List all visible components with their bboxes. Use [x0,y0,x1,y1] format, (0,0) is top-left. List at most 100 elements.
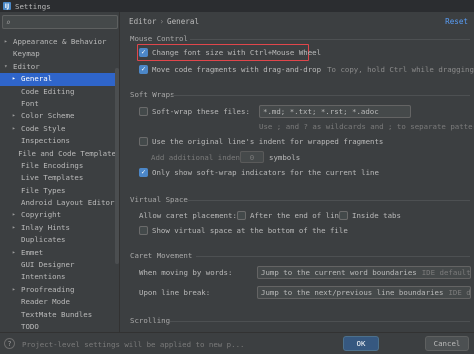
sidebar-item-textmate-bundles[interactable]: TextMate Bundles [0,309,116,321]
sidebar-item-label: Reader Mode [21,297,70,307]
sidebar-item-intentions[interactable]: Intentions [0,271,116,283]
chevron-right-icon[interactable]: ▸ [4,36,13,48]
sidebar-item-todo[interactable]: TODO [0,321,116,332]
after-end-option[interactable]: After the end of line [237,210,343,221]
sidebar-item-code-style[interactable]: ▸ Code Style [0,123,116,135]
show-virtual-space-checkbox[interactable] [139,226,148,235]
chevron-right-icon[interactable]: ▸ [12,123,21,135]
section-divider [172,95,470,96]
sidebar-item-label: Keymap [13,49,40,59]
section-scrolling: Scrolling [130,316,171,325]
sidebar-item-live-templates[interactable]: Live Templates [0,172,116,184]
move-fragments-option[interactable]: ✓ Move code fragments with drag-and-drop… [139,64,474,75]
sidebar-item-duplicates[interactable]: Duplicates [0,234,116,246]
sidebar-item-code-editing[interactable]: Code Editing [0,86,116,98]
sidebar-item-file-types[interactable]: File Types [0,185,116,197]
inside-tabs-checkbox[interactable] [339,211,348,220]
sidebar-item-gui-designer[interactable]: GUI Designer [0,259,116,271]
settings-sidebar: ⌕ ▸ Appearance & Behavior Keymap ▾ Editor ▸ Ge… [0,12,120,332]
change-font-size-checkbox[interactable]: ✓ [139,48,148,57]
settings-content: Editor › General Reset Mouse Control ✓ Cha… [121,12,474,332]
sidebar-item-label: File Types [21,185,66,195]
sidebar-item-font[interactable]: Font [0,98,116,110]
section-divider [170,321,470,322]
breadcrumb-current: General [167,17,200,26]
breadcrumb-separator-icon: › [159,17,165,26]
sidebar-item-label: File Encodings [21,160,84,170]
show-indicators-checkbox[interactable]: ✓ [139,168,148,177]
caret-placement-row: Allow caret placement: [139,210,237,221]
chevron-down-icon[interactable]: ▾ [4,61,13,73]
search-icon: ⌕ [6,17,11,27]
sidebar-item-inlay-hints[interactable]: ▸ Inlay Hints [0,222,116,234]
section-divider [190,39,470,40]
reset-link[interactable]: Reset [445,17,468,26]
sidebar-item-appearance-behavior[interactable]: ▸ Appearance & Behavior [0,36,116,48]
additional-indent-label: Add additional indent: [151,153,249,162]
moving-by-words-dropdown[interactable]: Jump to the current word boundaries IDE … [257,266,471,279]
change-font-size-option[interactable]: ✓ Change font size with Ctrl+Mouse Wheel [139,47,321,58]
chevron-right-icon[interactable]: ▸ [12,73,21,85]
additional-indent-unit: symbols [269,153,301,162]
sidebar-item-inspections[interactable]: Inspections [0,135,116,147]
sidebar-item-label: Font [21,98,39,108]
original-indent-checkbox[interactable] [139,137,148,146]
settings-tree: ▸ Appearance & Behavior Keymap ▾ Editor ▸ Gene… [0,36,116,332]
after-end-checkbox[interactable] [237,211,246,220]
additional-indent-spinner[interactable]: 0 [240,151,264,163]
sidebar-item-color-scheme[interactable]: ▸ Color Scheme [0,110,116,122]
sidebar-item-label: Code Editing [21,86,75,96]
show-indicators-option[interactable]: ✓ Only show soft-wrap indicators for the… [139,167,379,178]
sidebar-item-copyright[interactable]: ▸ Copyright [0,209,116,221]
sidebar-item-reader-mode[interactable]: Reader Mode [0,296,116,308]
sidebar-item-label: Copyright [21,210,62,220]
sidebar-scrollbar[interactable] [115,68,119,264]
change-font-size-label: Change font size with Ctrl+Mouse Wheel [152,48,322,57]
show-virtual-space-option[interactable]: Show virtual space at the bottom of the … [139,225,348,236]
project-settings-note: Project-level settings will be applied t… [22,340,245,349]
sidebar-item-editor[interactable]: ▾ Editor [0,61,116,73]
chevron-right-icon[interactable]: ▸ [12,247,21,259]
sidebar-item-android-layout-editor[interactable]: Android Layout Editor [0,197,116,209]
line-break-default: IDE default [448,288,471,297]
sidebar-item-label: Android Layout Editor [21,198,115,208]
ok-button[interactable]: OK [343,336,379,351]
show-indicators-label: Only show soft-wrap indicators for the c… [152,168,379,177]
line-break-dropdown[interactable]: Jump to the next/previous line boundarie… [257,286,471,299]
sidebar-item-file-and-code-template[interactable]: File and Code Template [0,148,116,160]
settings-search-input[interactable]: ⌕ [2,15,118,29]
cancel-button[interactable]: Cancel [425,336,469,351]
original-indent-label: Use the original line's indent for wrapp… [152,137,384,146]
sidebar-item-emmet[interactable]: ▸ Emmet [0,247,116,259]
sidebar-item-file-encodings[interactable]: File Encodings [0,160,116,172]
sidebar-item-label: Editor [13,61,40,71]
section-divider [188,200,470,201]
sidebar-item-label: Color Scheme [21,111,75,121]
soft-wrap-patterns-input[interactable]: *.md; *.txt; *.rst; *.adoc [259,105,411,118]
sidebar-item-keymap[interactable]: Keymap [0,48,116,60]
section-caret-movement: Caret Movement [130,251,193,260]
help-icon[interactable]: ? [4,338,15,349]
soft-wrap-files-option[interactable]: Soft-wrap these files: [139,106,250,117]
moving-by-words-value: Jump to the current word boundaries [261,268,417,277]
inside-tabs-option[interactable]: Inside tabs [339,210,401,221]
chevron-right-icon[interactable]: ▸ [12,222,21,234]
sidebar-item-label: Code Style [21,123,66,133]
chevron-right-icon[interactable]: ▸ [12,209,21,221]
caret-placement-label: Allow caret placement: [139,211,237,220]
chevron-right-icon[interactable]: ▸ [12,110,21,122]
soft-wrap-files-checkbox[interactable] [139,107,148,116]
breadcrumb-parent[interactable]: Editor [129,17,156,26]
app-icon: IJ [3,2,11,10]
sidebar-item-proofreading[interactable]: ▸ Proofreading [0,284,116,296]
sidebar-item-label: Proofreading [21,284,75,294]
section-virtual-space: Virtual Space [130,195,188,204]
original-indent-option[interactable]: Use the original line's indent for wrapp… [139,136,383,147]
inside-tabs-label: Inside tabs [352,211,401,220]
sidebar-item-general[interactable]: ▸ General [0,73,116,86]
move-fragments-hint: To copy, hold Ctrl while dragging [327,65,474,74]
window-title: Settings [15,1,51,11]
chevron-right-icon[interactable]: ▸ [12,284,21,296]
line-break-value: Jump to the next/previous line boundarie… [261,288,444,297]
move-fragments-checkbox[interactable]: ✓ [139,65,148,74]
